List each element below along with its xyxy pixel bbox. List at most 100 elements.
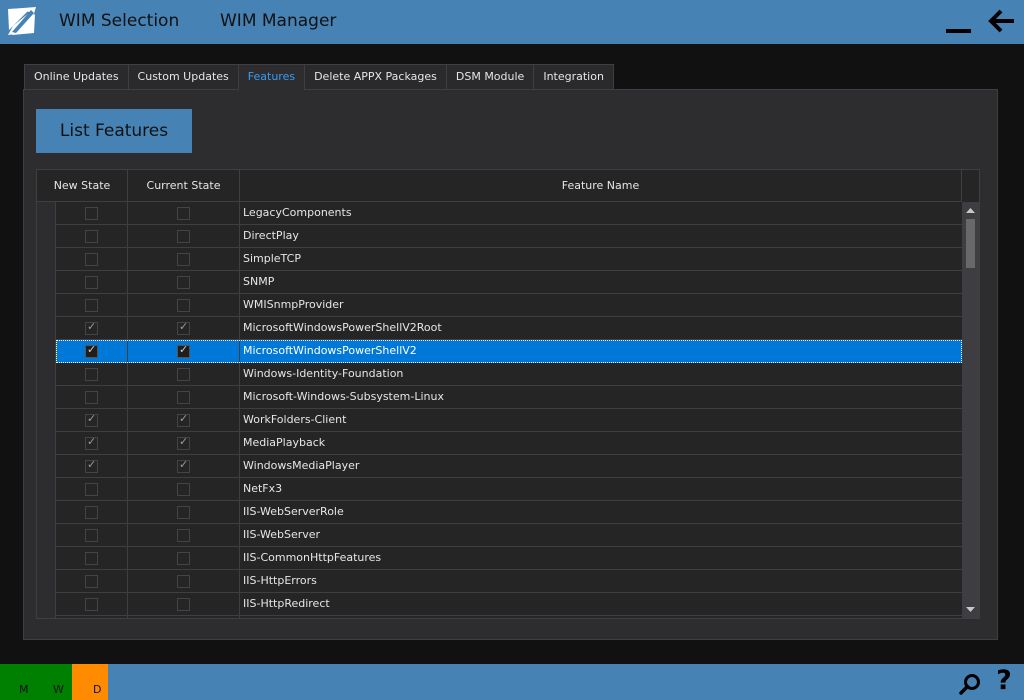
new-state-checkbox[interactable]: ✓ [85, 435, 98, 450]
column-header-feature-name[interactable]: Feature Name [240, 170, 962, 202]
list-features-button[interactable]: List Features [36, 109, 192, 153]
new-state-checkbox[interactable]: ✓ [85, 506, 98, 519]
table-row[interactable]: ✓✓IIS-HttpRedirect [37, 593, 962, 616]
table-row[interactable]: ✓ ✓ IIS-WebServer [37, 524, 962, 547]
table-row[interactable]: ✓ ✓ WMISnmpProvider [37, 294, 962, 317]
table-row[interactable]: ✓ ✓ DirectPlay [37, 225, 962, 248]
arrow-left-icon[interactable] [988, 9, 1016, 33]
status-indicator-d[interactable]: D [93, 683, 101, 696]
row-header[interactable] [37, 501, 56, 524]
row-header[interactable] [37, 570, 56, 593]
new-state-checkbox[interactable]: ✓ [85, 458, 98, 473]
current-state-checkbox[interactable]: ✓ [177, 529, 190, 542]
tab-integration[interactable]: Integration [533, 64, 614, 90]
current-state-checkbox[interactable]: ✓ [177, 552, 190, 565]
status-indicator-w[interactable]: W [53, 683, 64, 696]
new-state-checkbox[interactable]: ✓ [85, 598, 98, 611]
table-row[interactable]: ✓ ✓ NetFx3 [37, 478, 962, 501]
row-header[interactable] [37, 317, 56, 340]
current-state-checkbox[interactable]: ✓ [177, 458, 190, 473]
current-state-checkbox[interactable]: ✓ [177, 435, 190, 450]
tab-dsm-module[interactable]: DSM Module [445, 64, 534, 90]
new-state-checkbox[interactable]: ✓ [85, 575, 98, 588]
checkmark-icon: ✓ [179, 412, 189, 425]
current-state-checkbox[interactable]: ✓ [177, 253, 190, 266]
table-row[interactable]: ✓ ✓ IIS-HttpErrors [37, 570, 962, 593]
new-state-checkbox[interactable]: ✓ [85, 483, 98, 496]
current-state-checkbox[interactable]: ✓ [177, 299, 190, 312]
current-state-checkbox[interactable]: ✓ [177, 207, 190, 220]
row-header[interactable] [37, 455, 56, 478]
table-row[interactable]: ✓ ✓ WindowsMediaPlayer [37, 455, 962, 478]
row-header[interactable] [37, 524, 56, 547]
current-state-checkbox[interactable]: ✓ [177, 320, 190, 335]
row-header[interactable] [37, 340, 56, 363]
table-row[interactable]: ✓ ✓ Microsoft-Windows-Subsystem-Linux [37, 386, 962, 409]
table-row[interactable]: ✓ ✓ MicrosoftWindowsPowerShellV2Root [37, 317, 962, 340]
table-row[interactable]: ✓ ✓ MediaPlayback [37, 432, 962, 455]
new-state-checkbox[interactable]: ✓ [85, 207, 98, 220]
column-header-new-state[interactable]: New State [37, 170, 128, 202]
current-state-checkbox[interactable]: ✓ [177, 575, 190, 588]
new-state-checkbox[interactable]: ✓ [85, 391, 98, 404]
new-state-checkbox[interactable]: ✓ [85, 368, 98, 381]
row-header[interactable] [37, 409, 56, 432]
row-header[interactable] [37, 225, 56, 248]
row-header[interactable] [37, 616, 56, 618]
table-row[interactable]: ✓ ✓ IIS-WebServerRole [37, 501, 962, 524]
scrollbar-thumb[interactable] [966, 219, 975, 268]
current-state-checkbox[interactable]: ✓ [177, 483, 190, 496]
row-header[interactable] [37, 432, 56, 455]
current-state-checkbox[interactable]: ✓ [177, 230, 190, 243]
help-icon[interactable]: ? [992, 666, 1016, 696]
table-row[interactable]: ✓ ✓ SimpleTCP [37, 248, 962, 271]
table-row[interactable]: ✓✓ [37, 616, 962, 618]
table-row[interactable]: ✓ ✓ Windows-Identity-Foundation [37, 363, 962, 386]
nav-wim-manager[interactable]: WIM Manager [220, 11, 336, 31]
new-state-checkbox[interactable]: ✓ [85, 343, 98, 358]
row-header[interactable] [37, 478, 56, 501]
current-state-checkbox[interactable]: ✓ [177, 598, 190, 611]
current-state-checkbox[interactable]: ✓ [177, 412, 190, 427]
status-indicator-m[interactable]: M [19, 683, 29, 696]
nav-wim-selection[interactable]: WIM Selection [59, 11, 179, 31]
row-header[interactable] [37, 248, 56, 271]
tab-delete-appx-packages[interactable]: Delete APPX Packages [304, 64, 446, 90]
row-header[interactable] [37, 593, 56, 616]
new-state-checkbox[interactable]: ✓ [85, 230, 98, 243]
new-state-checkbox[interactable]: ✓ [85, 320, 98, 335]
current-state-checkbox[interactable]: ✓ [177, 506, 190, 519]
column-header-current-state[interactable]: Current State [128, 170, 240, 202]
tab-online-updates[interactable]: Online Updates [24, 64, 128, 90]
current-state-checkbox[interactable]: ✓ [177, 368, 190, 381]
scroll-up-arrow-icon[interactable] [962, 202, 979, 219]
row-header[interactable] [37, 386, 56, 409]
new-state-checkbox[interactable]: ✓ [85, 253, 98, 266]
new-state-cell: ✓ [56, 593, 128, 616]
new-state-checkbox[interactable]: ✓ [85, 299, 98, 312]
vertical-scrollbar[interactable] [962, 202, 979, 618]
table-row[interactable]: ✓ ✓ IIS-CommonHttpFeatures [37, 547, 962, 570]
table-row[interactable]: ✓ ✓ LegacyComponents [37, 202, 962, 225]
row-header[interactable] [37, 202, 56, 225]
tab-features[interactable]: Features [237, 64, 305, 91]
current-state-checkbox[interactable]: ✓ [177, 343, 190, 358]
search-icon[interactable] [958, 672, 982, 696]
row-header[interactable] [37, 363, 56, 386]
tab-custom-updates[interactable]: Custom Updates [127, 64, 238, 90]
table-row[interactable]: ✓ ✓ MicrosoftWindowsPowerShellV2 [37, 340, 962, 363]
current-state-checkbox[interactable]: ✓ [177, 391, 190, 404]
new-state-cell: ✓ [56, 363, 128, 386]
current-state-checkbox[interactable]: ✓ [177, 276, 190, 289]
row-header[interactable] [37, 547, 56, 570]
new-state-checkbox[interactable]: ✓ [85, 412, 98, 427]
table-row[interactable]: ✓ ✓ WorkFolders-Client [37, 409, 962, 432]
table-row[interactable]: ✓ ✓ SNMP [37, 271, 962, 294]
minimize-icon[interactable] [946, 29, 971, 33]
row-header[interactable] [37, 271, 56, 294]
new-state-checkbox[interactable]: ✓ [85, 529, 98, 542]
new-state-checkbox[interactable]: ✓ [85, 276, 98, 289]
new-state-checkbox[interactable]: ✓ [85, 552, 98, 565]
row-header[interactable] [37, 294, 56, 317]
scroll-down-arrow-icon[interactable] [962, 601, 979, 618]
